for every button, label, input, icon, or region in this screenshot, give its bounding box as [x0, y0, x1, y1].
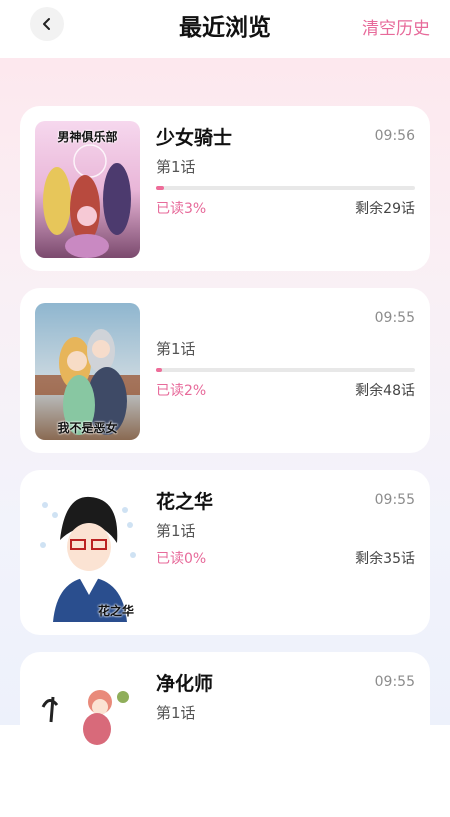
- read-time: 09:55: [374, 492, 415, 508]
- cover-text: 我不是恶女: [57, 421, 118, 435]
- chapter-label: 第1话: [156, 522, 196, 540]
- remaining-chapters: 剩余35话: [355, 551, 415, 567]
- remaining-chapters: 剩余48话: [355, 383, 415, 399]
- remaining-chapters: 剩余29话: [355, 201, 415, 217]
- chapter-label: 第1话: [156, 340, 196, 358]
- history-list: 男神俱乐部 少女骑士 09:56 第1话 已读3% 剩余29话 我不是恶女 09…: [0, 58, 450, 817]
- read-time: 09:56: [374, 128, 415, 144]
- comic-cover[interactable]: 花之华: [35, 485, 140, 622]
- chapter-label: 第1话: [156, 704, 196, 722]
- read-percentage: 已读2%: [156, 383, 207, 399]
- history-item[interactable]: 净化师 09:55 第1话: [20, 652, 430, 817]
- comic-cover[interactable]: 男神俱乐部: [35, 121, 140, 258]
- progress-bar: [156, 186, 415, 190]
- progress-bar: [156, 368, 415, 372]
- history-item[interactable]: 花之华 花之华 09:55 第1话 已读0% 剩余35话: [20, 470, 430, 635]
- chapter-label: 第1话: [156, 158, 196, 176]
- clear-history-button[interactable]: 清空历史: [362, 14, 430, 39]
- read-time: 09:55: [374, 674, 415, 690]
- cover-text: 男神俱乐部: [57, 130, 118, 144]
- read-percentage: 已读3%: [156, 201, 207, 217]
- progress-fill: [156, 368, 162, 372]
- read-percentage: 已读0%: [156, 551, 207, 567]
- comic-cover[interactable]: [35, 667, 140, 804]
- history-item[interactable]: 我不是恶女 09:55 第1话 已读2% 剩余48话: [20, 288, 430, 453]
- comic-title: 少女骑士: [156, 127, 233, 149]
- progress-fill: [156, 186, 164, 190]
- history-item[interactable]: 男神俱乐部 少女骑士 09:56 第1话 已读3% 剩余29话: [20, 106, 430, 271]
- comic-cover[interactable]: 我不是恶女: [35, 303, 140, 440]
- comic-title: 花之华: [156, 491, 214, 513]
- comic-title: 净化师: [156, 673, 214, 695]
- header: 最近浏览 清空历史: [0, 0, 450, 58]
- cover-text: 花之华: [97, 604, 134, 618]
- read-time: 09:55: [374, 310, 415, 326]
